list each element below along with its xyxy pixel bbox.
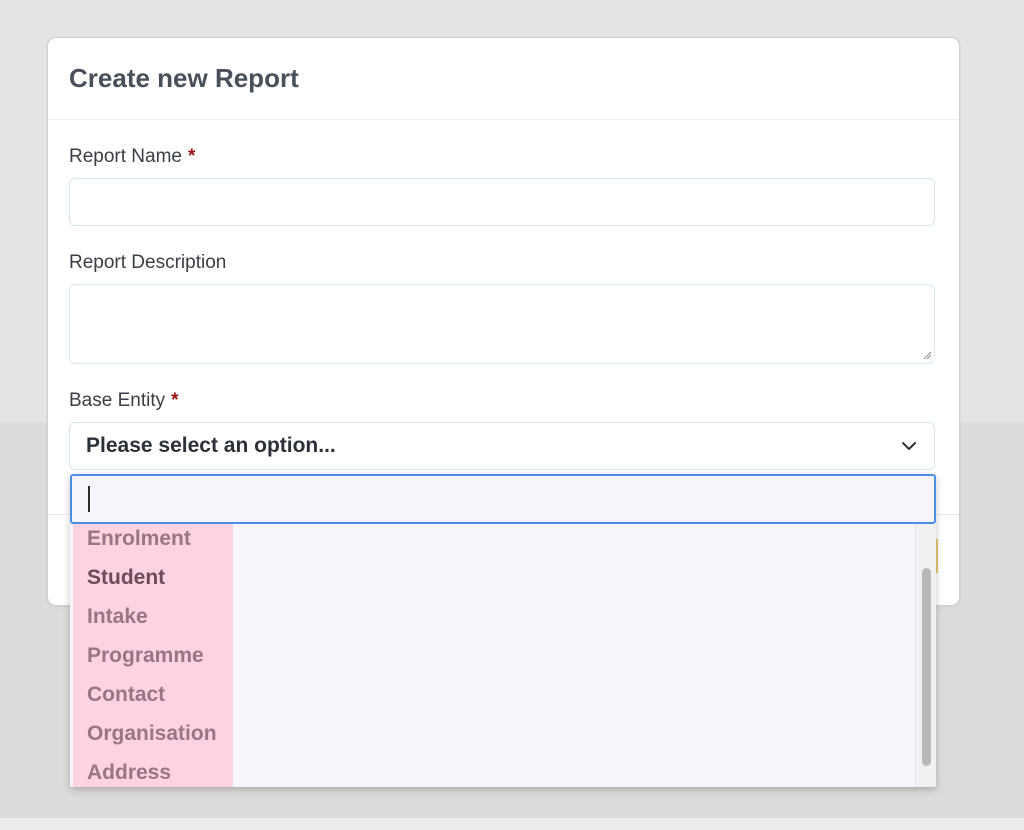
text-caret (88, 486, 90, 512)
dropdown-options-list: Enrolment Student Intake Programme Conta… (73, 524, 233, 787)
dropdown-option-programme[interactable]: Programme (73, 641, 233, 680)
dropdown-option-contact[interactable]: Contact (73, 680, 233, 719)
report-name-input[interactable] (69, 178, 935, 226)
report-description-textarea[interactable] (69, 284, 935, 364)
dropdown-option-enrolment[interactable]: Enrolment (73, 524, 233, 563)
base-entity-dropdown: Enrolment Student Intake Programme Conta… (70, 474, 936, 787)
dropdown-option-address[interactable]: Address (73, 758, 233, 787)
dropdown-search-input[interactable] (70, 474, 936, 524)
dropdown-scrollbar[interactable] (915, 524, 936, 787)
report-description-label: Report Description (69, 252, 227, 273)
modal-title: Create new Report (69, 63, 299, 93)
report-name-label: Report Name * (69, 146, 195, 168)
base-entity-selected-value: Please select an option... (86, 434, 336, 457)
dropdown-option-organisation[interactable]: Organisation (73, 719, 233, 758)
required-mark: * (171, 390, 179, 411)
report-name-label-text: Report Name (69, 146, 182, 167)
base-entity-label-text: Base Entity (69, 390, 166, 411)
required-mark: * (188, 146, 196, 167)
dropdown-option-student[interactable]: Student (73, 563, 233, 602)
dropdown-scrollbar-thumb[interactable] (922, 568, 931, 766)
modal-header: Create new Report (48, 38, 959, 120)
chevron-down-icon (902, 442, 916, 450)
page-background-strip (0, 818, 1024, 830)
base-entity-label: Base Entity * (69, 390, 179, 412)
base-entity-select[interactable]: Please select an option... (69, 422, 935, 470)
resize-grip-icon[interactable] (922, 350, 932, 360)
dropdown-option-intake[interactable]: Intake (73, 602, 233, 641)
